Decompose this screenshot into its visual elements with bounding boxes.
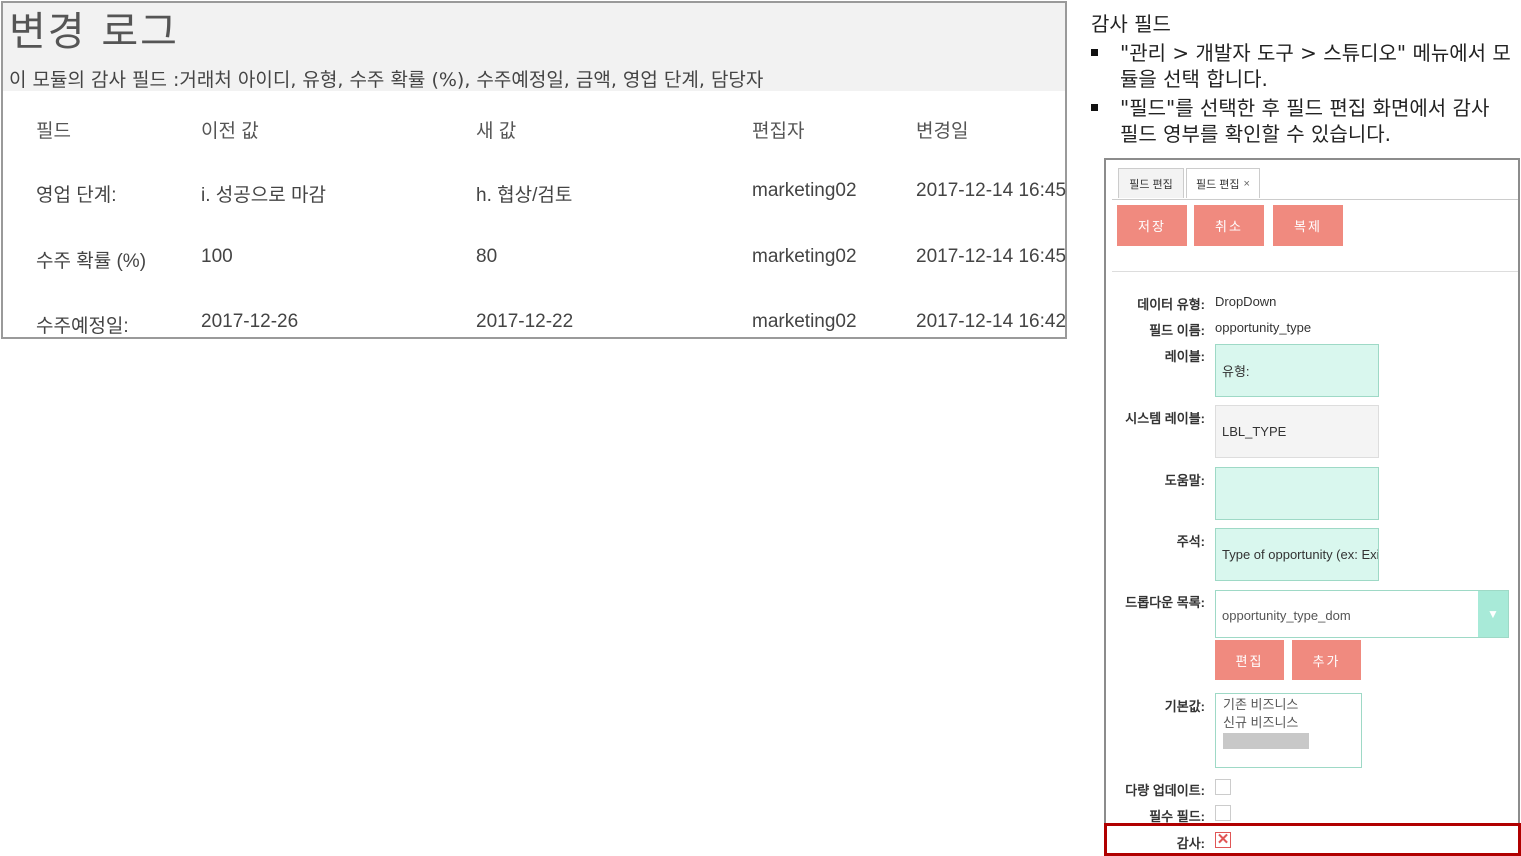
table-cell: 2017-12-14 16:45 [916,180,1067,201]
table-cell: 80 [476,246,498,267]
table-cell: marketing02 [752,311,857,332]
note-title: 감사 필드 [1091,12,1171,36]
close-icon[interactable]: × [1244,178,1250,190]
default-value-label: 기본값: [1164,699,1205,714]
duplicate-button[interactable]: 복제 [1273,205,1343,246]
field-name-label: 필드 이름: [1149,323,1205,338]
table-cell: 2017-12-14 16:45 [916,246,1067,267]
list-item[interactable]: 기존 비즈니스 [1223,696,1354,714]
tab-label: 필드 편집 [1129,178,1173,191]
change-log-header: 변경 로그 이 모듈의 감사 필드 :거래처 아이디, 유형, 수주 확률 (%… [3,3,1065,91]
chevron-down-icon[interactable]: ▼ [1478,591,1508,637]
table-cell: 100 [201,246,233,267]
help-input[interactable] [1215,467,1379,520]
table-cell: marketing02 [752,180,857,201]
page-title: 변경 로그 [9,9,179,55]
table-cell: 2017-12-22 [476,311,574,332]
system-label-label: 시스템 레이블: [1125,411,1205,426]
column-header-changed-date: 변경일 [916,121,969,142]
save-button[interactable]: 저장 [1117,205,1187,246]
mass-update-checkbox[interactable] [1215,779,1231,795]
comment-label: 주석: [1176,534,1205,549]
comment-input[interactable]: Type of opportunity (ex: Existing, New) [1215,528,1379,581]
comment-input-value: Type of opportunity (ex: Existing, New) [1222,547,1378,562]
system-label-value: LBL_TYPE [1222,424,1287,439]
system-label-input: LBL_TYPE [1215,405,1379,458]
column-header-editor: 편집자 [752,121,805,142]
column-header-new-value: 새 값 [476,121,517,142]
table-cell: 수주예정일: [36,316,129,337]
label-input-value: 유형: [1222,364,1250,379]
dropdown-list-label: 드롭다운 목록: [1125,595,1205,610]
table-cell: 2017-12-14 16:42 [916,311,1067,332]
tab-label: 필드 편집 [1196,178,1240,191]
audit-fields-description: 이 모듈의 감사 필드 :거래처 아이디, 유형, 수주 확률 (%), 수주예… [9,69,764,91]
column-header-old-value: 이전 값 [201,121,259,142]
tab-field-edit-1[interactable]: 필드 편집 [1118,168,1184,198]
table-cell: i. 성공으로 마감 [201,185,326,206]
list-item[interactable]: 신규 비즈니스 [1223,714,1354,732]
column-header-field: 필드 [36,121,71,142]
table-cell: marketing02 [752,246,857,267]
bullet-icon [1091,49,1098,56]
change-log-panel: 변경 로그 이 모듈의 감사 필드 :거래처 아이디, 유형, 수주 확률 (%… [1,1,1067,339]
table-cell: h. 협상/검토 [476,185,573,206]
divider [1112,271,1518,272]
cancel-button[interactable]: 취소 [1194,205,1264,246]
table-cell: 2017-12-26 [201,311,299,332]
label-label: 레이블: [1164,349,1205,364]
default-value-listbox[interactable]: 기존 비즈니스 신규 비즈니스 [1215,693,1362,768]
tab-field-edit-2[interactable]: 필드 편집 × [1186,168,1260,198]
field-editor-panel: 필드 편집 필드 편집 × 저장 취소 복제 데이터 유형: DropDown … [1104,158,1520,855]
data-type-label: 데이터 유형: [1137,297,1205,312]
tab-divider [1112,199,1518,200]
audit-highlight-box [1104,823,1521,856]
help-label: 도움말: [1164,473,1205,488]
edit-dropdown-button[interactable]: 편집 [1215,640,1284,680]
add-dropdown-button[interactable]: 추가 [1292,640,1361,680]
dropdown-list-value: opportunity_type_dom [1222,608,1351,623]
list-item-empty-selected[interactable] [1223,733,1309,749]
note-list: "관리 > 개발자 도구 > 스튜디오" 메뉴에서 모듈을 선택 합니다. "필… [1091,40,1511,150]
table-cell: 수주 확률 (%) [36,251,147,272]
label-input[interactable]: 유형: [1215,344,1379,397]
table-cell: 영업 단계: [36,185,117,206]
dropdown-list-select[interactable]: opportunity_type_dom ▼ [1215,590,1509,638]
note-item: "관리 > 개발자 도구 > 스튜디오" 메뉴에서 모듈을 선택 합니다. [1091,40,1511,92]
note-item-text: "관리 > 개발자 도구 > 스튜디오" 메뉴에서 모듈을 선택 합니다. [1120,41,1511,91]
bullet-icon [1091,104,1098,111]
data-type-value: DropDown [1215,294,1277,309]
required-field-checkbox[interactable] [1215,805,1231,821]
mass-update-label: 다량 업데이트: [1125,783,1205,798]
note-item-text: "필드"를 선택한 후 필드 편집 화면에서 감사 필드 영부를 확인할 수 있… [1120,96,1490,146]
note-item: "필드"를 선택한 후 필드 편집 화면에서 감사 필드 영부를 확인할 수 있… [1091,95,1511,147]
field-name-value: opportunity_type [1215,320,1312,335]
